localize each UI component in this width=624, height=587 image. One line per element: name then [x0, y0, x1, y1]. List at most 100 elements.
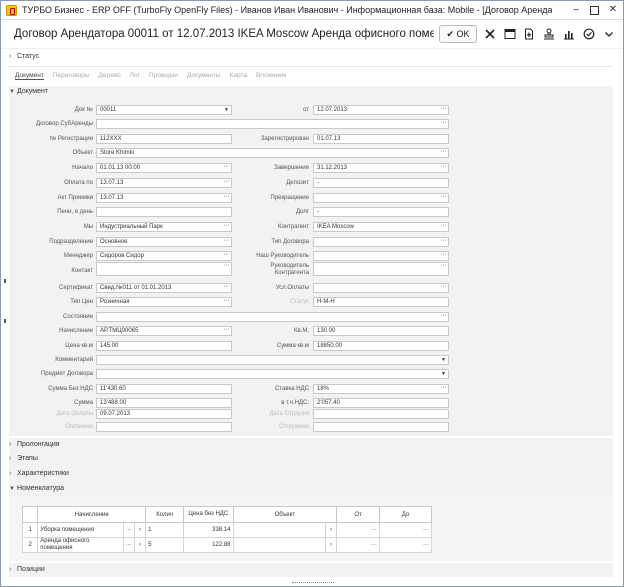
column-header-object[interactable]: Объект	[232, 506, 338, 523]
accrual-field[interactable]: АР.ТМЦ00065 ···	[96, 326, 232, 336]
select-dots-icon[interactable]: ···	[224, 284, 230, 291]
section-nomenclature[interactable]: ▼ Номенклатура	[9, 485, 613, 497]
select-dots-icon[interactable]: ···	[224, 298, 230, 305]
sum-novat-field[interactable]: 11'430.60	[96, 384, 232, 394]
resize-grip[interactable]	[292, 582, 334, 584]
our-head-field[interactable]: ···	[313, 251, 449, 261]
comment-field[interactable]: ▼	[96, 355, 449, 365]
side-resize-handle[interactable]	[4, 319, 6, 323]
accrual-cell[interactable]: Аренда офисного помещения	[37, 537, 124, 553]
debt-field[interactable]: -	[313, 207, 449, 217]
more-button[interactable]	[599, 25, 618, 43]
ok-button[interactable]: ✔ OK	[439, 25, 477, 43]
from-cell[interactable]: ···	[336, 537, 381, 553]
certificate-field[interactable]: Свид.№011 от 01.01.2013 ···	[96, 283, 232, 293]
column-header-accrual[interactable]: Начисление	[37, 506, 147, 523]
counterparty-field[interactable]: IKEA Moscow ···	[313, 222, 449, 232]
to-cell[interactable]: ···	[379, 537, 432, 553]
section-document[interactable]: ▼ Документ	[9, 88, 613, 100]
table-row[interactable]: 1 Уборка помещения ··· › 1 338.14 › ··· …	[21, 522, 432, 538]
tab-documents[interactable]: Документы	[187, 72, 221, 79]
select-dots-icon[interactable]: ···	[423, 527, 429, 533]
chevron-right-icon[interactable]: ›	[133, 537, 147, 553]
subarenda-field[interactable]: ···	[96, 119, 449, 129]
column-header-to[interactable]: До	[379, 506, 432, 523]
tab-document[interactable]: Документ	[15, 72, 44, 80]
close-window-button[interactable]: ✕	[604, 3, 622, 17]
select-dots-icon[interactable]: ···	[441, 149, 447, 156]
tab-attachments[interactable]: Вложения	[256, 72, 286, 79]
tab-negotiations[interactable]: Переговоры	[53, 72, 90, 79]
price-cell[interactable]: 338.14	[183, 522, 234, 538]
stamp-button[interactable]	[539, 25, 558, 43]
sum-sqm-field[interactable]: 18850.00	[313, 341, 449, 351]
penalty-field[interactable]	[96, 207, 232, 217]
termination-field[interactable]: ···	[313, 193, 449, 203]
tab-log[interactable]: Лог	[130, 72, 140, 79]
paid-field[interactable]	[96, 422, 232, 432]
subject-field[interactable]: ▼	[96, 369, 449, 379]
select-dots-icon[interactable]: ···	[224, 238, 230, 245]
chevron-right-icon[interactable]: ›	[324, 522, 338, 538]
state-field[interactable]: ···	[96, 312, 449, 322]
window-button[interactable]	[500, 25, 519, 43]
from-cell[interactable]: ···	[336, 522, 381, 538]
sum-field[interactable]: 13'488.00	[96, 398, 232, 408]
quantity-cell[interactable]: 5	[145, 537, 185, 553]
post-button[interactable]	[579, 25, 598, 43]
shipped-field[interactable]	[313, 422, 449, 432]
paid-to-field[interactable]: 13.07.13 ···	[96, 178, 232, 188]
select-dots-icon[interactable]: ···	[224, 194, 230, 201]
select-dots-icon[interactable]: ···	[122, 537, 135, 553]
price-type-field[interactable]: Розничная ···	[96, 297, 232, 307]
cp-head-field[interactable]: ···	[313, 262, 449, 276]
vat-rate-field[interactable]: 18% ···	[313, 384, 449, 394]
dropdown-arrow-icon[interactable]: ▼	[441, 370, 446, 378]
object-field[interactable]: Store Khimki ···	[96, 148, 449, 158]
status-field[interactable]: Н-М-Н	[313, 297, 449, 307]
dropdown-arrow-icon[interactable]: ▼	[441, 356, 446, 364]
add-document-button[interactable]	[519, 25, 538, 43]
price-cell[interactable]: 122.88	[183, 537, 234, 553]
ship-date-field[interactable]	[313, 409, 449, 419]
from-date-field[interactable]: 12.07.2013 ···	[313, 105, 449, 115]
tab-postings[interactable]: Проводки	[149, 72, 178, 79]
select-dots-icon[interactable]: ···	[441, 164, 447, 171]
column-header-from[interactable]: От	[336, 506, 381, 523]
report-button[interactable]	[559, 25, 578, 43]
we-field[interactable]: Индустриальный Парк ···	[96, 222, 232, 232]
manager-field[interactable]: Сидоров Сидор ···	[96, 251, 232, 261]
start-field[interactable]: 01.01.13 00:00 ···	[96, 163, 232, 173]
select-dots-icon[interactable]: ···	[441, 252, 447, 259]
section-stages[interactable]: › Этапы	[9, 455, 613, 468]
maximize-button[interactable]	[585, 3, 603, 17]
section-status[interactable]: › Статус	[9, 53, 613, 66]
select-dots-icon[interactable]: ···	[224, 252, 230, 259]
price-sqm-field[interactable]: 145.00	[96, 341, 232, 351]
select-dots-icon[interactable]: ···	[441, 223, 447, 230]
deposit-field[interactable]: -	[313, 178, 449, 188]
select-dots-icon[interactable]: ···	[441, 263, 447, 270]
select-dots-icon[interactable]: ···	[224, 263, 230, 270]
select-dots-icon[interactable]: ···	[371, 542, 377, 548]
act-field[interactable]: 13.07.13 ···	[96, 193, 232, 203]
select-dots-icon[interactable]: ···	[441, 106, 447, 113]
pay-date-field[interactable]: 09.07.2013	[96, 409, 232, 419]
accrual-cell[interactable]: Уборка помещения	[37, 522, 124, 538]
column-header-price[interactable]: Цена без НДС	[183, 506, 234, 523]
tab-tree[interactable]: Дерево	[99, 72, 121, 79]
select-dots-icon[interactable]: ···	[441, 313, 447, 320]
object-cell[interactable]	[232, 522, 326, 538]
quantity-cell[interactable]: 1	[145, 522, 185, 538]
chevron-right-icon[interactable]: ›	[324, 537, 338, 553]
section-prolongation[interactable]: › Пролонгация	[9, 441, 613, 454]
select-dots-icon[interactable]: ···	[224, 179, 230, 186]
select-dots-icon[interactable]: ···	[371, 527, 377, 533]
tab-map[interactable]: Карта	[230, 72, 247, 79]
side-resize-handle[interactable]	[4, 279, 6, 283]
object-cell[interactable]	[232, 537, 326, 553]
sqm-field[interactable]: 130.00	[313, 326, 449, 336]
select-dots-icon[interactable]: ···	[441, 194, 447, 201]
doc-no-field[interactable]: 00011 ▼	[96, 105, 232, 115]
select-dots-icon[interactable]: ···	[224, 223, 230, 230]
